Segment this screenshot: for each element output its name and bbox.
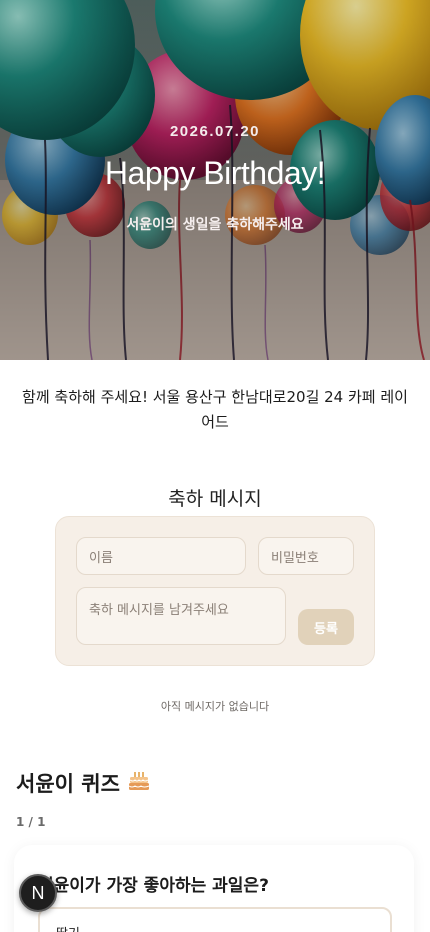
floating-n-button[interactable]: N — [19, 874, 57, 912]
quiz-title-text: 서윤이 퀴즈 — [16, 772, 120, 796]
submit-button[interactable]: 등록 — [298, 609, 354, 645]
quiz-question: 서윤이가 가장 좋아하는 과일은? — [38, 876, 269, 896]
hero-title: Happy Birthday! — [104, 155, 326, 191]
password-input[interactable]: 비밀번호 — [258, 537, 354, 575]
cake-icon — [128, 770, 150, 797]
guestbook-title: 축하 메시지 — [168, 488, 262, 510]
empty-messages-text: 아직 메시지가 없습니다 — [160, 700, 270, 713]
quiz-option[interactable]: 딸기 — [38, 907, 392, 932]
hero-banner: 2026.07.20 Happy Birthday! 서윤이의 생일을 축하해주… — [0, 0, 430, 360]
quiz-section-title: 서윤이 퀴즈 — [16, 768, 150, 798]
message-textarea[interactable]: 축하 메시지를 남겨주세요 — [76, 587, 286, 645]
quiz-page-indicator: 1 / 1 — [16, 815, 46, 829]
name-input[interactable]: 이름 — [76, 537, 246, 575]
location-text: 함께 축하해 주세요! 서울 용산구 한남대로20길 24 카페 레이어드 — [22, 388, 408, 431]
guestbook-form: 이름 비밀번호 축하 메시지를 남겨주세요 등록 — [55, 516, 375, 666]
event-date: 2026.07.20 — [169, 123, 261, 140]
hero-subtitle: 서윤이의 생일을 축하해주세요 — [126, 217, 304, 233]
